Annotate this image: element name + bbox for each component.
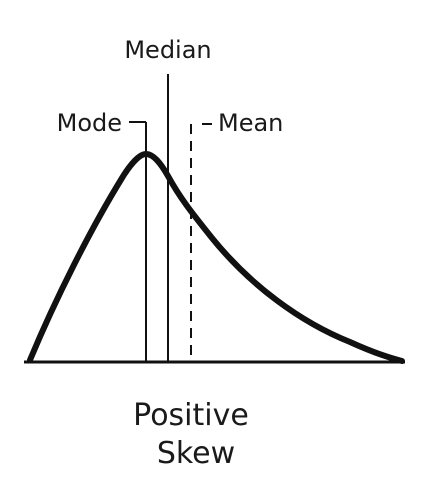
caption-line-2: Skew [157,436,235,471]
mean-label: Mean [218,109,283,137]
caption-line-1: Positive [133,398,249,433]
positive-skew-diagram: Median Mode Mean Positive Skew [24,36,405,471]
median-label: Median [124,36,211,64]
distribution-curve [27,151,405,364]
mode-label: Mode [57,109,122,137]
